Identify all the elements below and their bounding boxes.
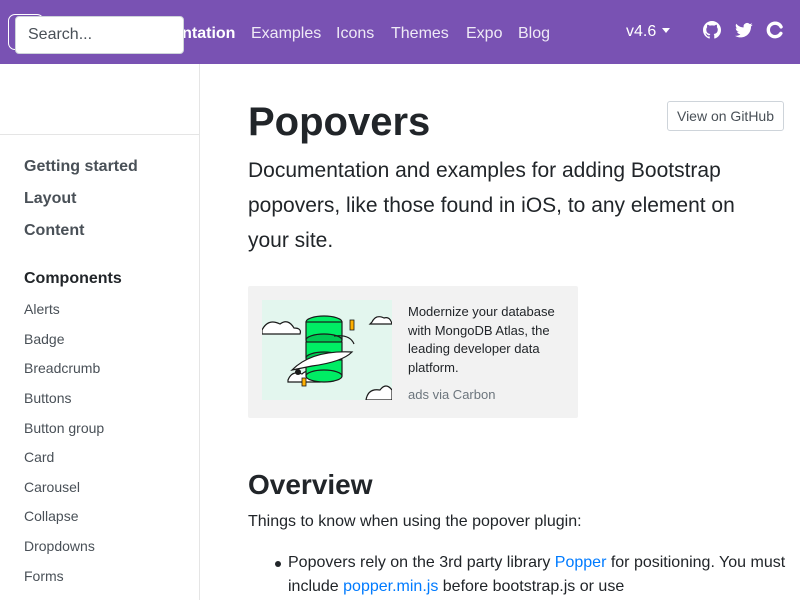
overview-intro: Things to know when using the popover pl… (248, 513, 582, 530)
bullet-text-post: before bootstrap.js or use (438, 578, 625, 595)
version-label: v4.6 (626, 23, 657, 40)
sidebar-item-forms[interactable]: Forms (24, 568, 64, 584)
sidebar-section-components[interactable]: Components (24, 270, 122, 288)
sidebar-item-breadcrumb[interactable]: Breadcrumb (24, 360, 100, 376)
sidebar-section-getting-started[interactable]: Getting started (24, 158, 138, 176)
bullet-dot-icon (275, 561, 281, 567)
version-dropdown[interactable]: v4.6 (626, 0, 671, 64)
slack-icon[interactable] (766, 21, 784, 39)
caret-down-icon (662, 28, 671, 33)
sidebar-item-button-group[interactable]: Button group (24, 420, 104, 436)
nav-expo[interactable]: Expo (466, 0, 502, 64)
page-lead: Documentation and examples for adding Bo… (248, 159, 735, 252)
overview-list-item: Popovers rely on the 3rd party library P… (288, 551, 788, 599)
search-input[interactable] (15, 16, 184, 54)
bullet-text-pre: Popovers rely on the 3rd party library (288, 554, 555, 571)
popper-min-js-link[interactable]: popper.min.js (343, 578, 438, 595)
ad-text[interactable]: Modernize your database with MongoDB Atl… (408, 303, 573, 377)
sidebar-section-layout[interactable]: Layout (24, 190, 76, 208)
sidebar-item-buttons[interactable]: Buttons (24, 390, 71, 406)
page-title: Popovers (248, 100, 431, 144)
sidebar-item-dropdowns[interactable]: Dropdowns (24, 538, 95, 554)
sidebar-item-card[interactable]: Card (24, 449, 54, 465)
sidebar-section-content[interactable]: Content (24, 222, 84, 240)
overview-heading: Overview (248, 469, 373, 500)
sidebar-item-alerts[interactable]: Alerts (24, 301, 60, 317)
sidebar-item-carousel[interactable]: Carousel (24, 479, 80, 495)
mongodb-ad-image[interactable] (262, 300, 392, 400)
github-icon[interactable] (703, 21, 721, 39)
nav-icons[interactable]: Icons (336, 0, 374, 64)
twitter-icon[interactable] (735, 21, 753, 39)
nav-themes[interactable]: Themes (391, 0, 449, 64)
sidebar-item-badge[interactable]: Badge (24, 331, 64, 347)
popper-link[interactable]: Popper (555, 554, 607, 571)
view-on-github-button[interactable]: View on GitHub (667, 101, 784, 131)
search-area (0, 64, 199, 135)
nav-examples[interactable]: Examples (251, 0, 321, 64)
carbon-ad[interactable]: Modernize your database with MongoDB Atl… (248, 286, 578, 418)
sidebar-item-collapse[interactable]: Collapse (24, 508, 78, 524)
ad-powered-by[interactable]: ads via Carbon (408, 387, 495, 402)
nav-blog[interactable]: Blog (518, 0, 550, 64)
